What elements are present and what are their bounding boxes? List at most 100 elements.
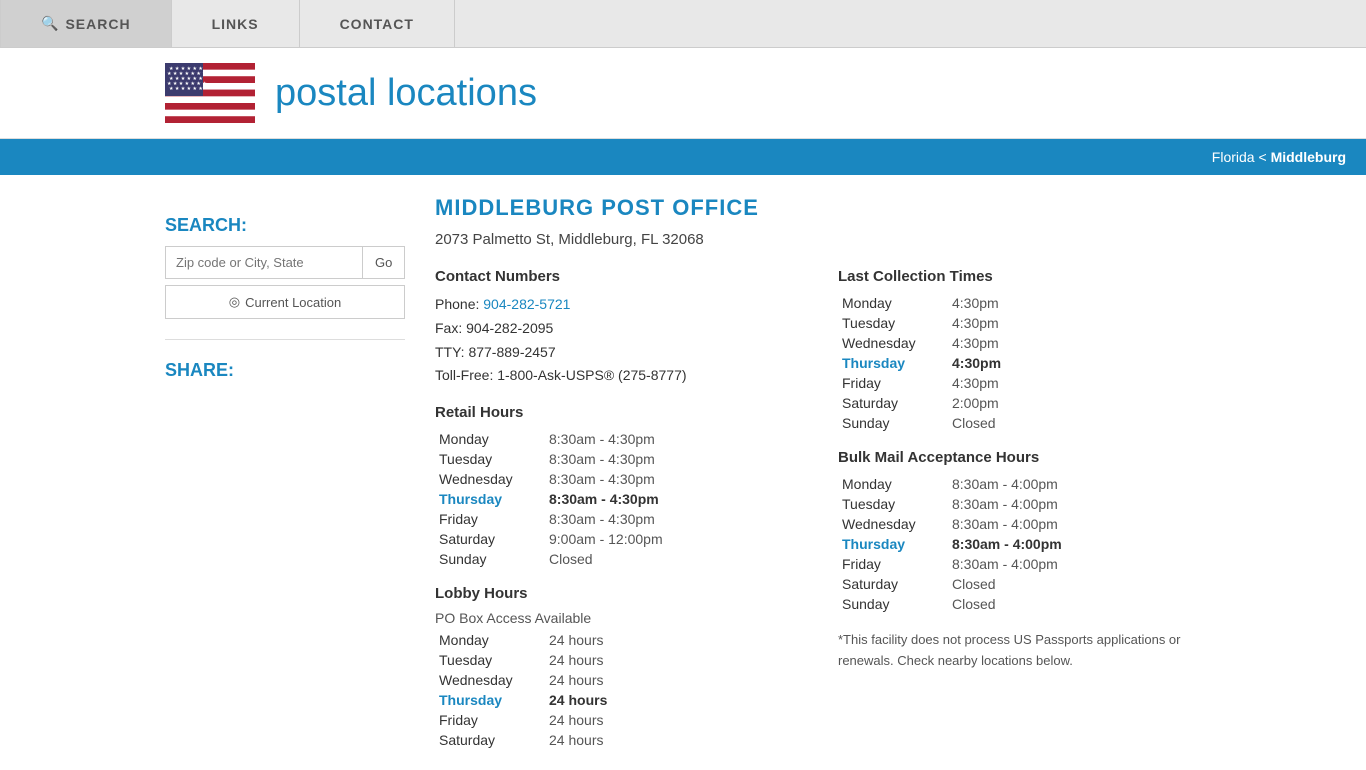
search-icon: 🔍	[41, 15, 59, 32]
nav-label-contact: CONTACT	[340, 16, 414, 32]
table-row: Saturday2:00pm	[838, 393, 1201, 413]
sidebar: SEARCH: Go ◎ Current Location SHARE:	[165, 195, 405, 750]
site-header: ★ ★ ★ ★ ★ ★ ★ ★ ★ ★ ★ ★ ★ ★ ★ ★ ★ ★ ★ ★ …	[0, 48, 1366, 139]
day-cell: Wednesday	[838, 333, 948, 353]
hours-cell: 4:30pm	[948, 333, 1201, 353]
day-cell: Thursday	[838, 353, 948, 373]
search-go-button[interactable]: Go	[363, 246, 405, 279]
last-collection-table: Monday4:30pmTuesday4:30pmWednesday4:30pm…	[838, 293, 1201, 433]
nav-label-search: SEARCH	[65, 16, 130, 32]
hours-cell: 8:30am - 4:30pm	[545, 449, 798, 469]
day-cell: Friday	[838, 554, 948, 574]
retail-hours-table: Monday8:30am - 4:30pmTuesday8:30am - 4:3…	[435, 429, 798, 569]
day-cell: Saturday	[435, 529, 545, 549]
hours-cell: 8:30am - 4:00pm	[948, 534, 1201, 554]
share-section-title: SHARE:	[165, 360, 405, 381]
phone-number[interactable]: 904-282-5721	[483, 296, 570, 312]
phone-label: Phone:	[435, 296, 483, 312]
hours-cell: 24 hours	[545, 670, 798, 690]
day-cell: Thursday	[435, 690, 545, 710]
table-row: Monday8:30am - 4:30pm	[435, 429, 798, 449]
search-input[interactable]	[165, 246, 363, 279]
hours-cell: 8:30am - 4:00pm	[948, 514, 1201, 534]
day-cell: Monday	[435, 630, 545, 650]
location-icon: ◎	[229, 294, 240, 310]
day-cell: Monday	[838, 293, 948, 313]
table-row: Friday4:30pm	[838, 373, 1201, 393]
table-row: Thursday8:30am - 4:00pm	[838, 534, 1201, 554]
nav-label-links: LINKS	[212, 16, 259, 32]
day-cell: Monday	[435, 429, 545, 449]
table-row: SundayClosed	[435, 549, 798, 569]
table-row: Friday24 hours	[435, 710, 798, 730]
table-row: Tuesday8:30am - 4:00pm	[838, 494, 1201, 514]
day-cell: Thursday	[838, 534, 948, 554]
sidebar-divider	[165, 339, 405, 340]
current-location-button[interactable]: ◎ Current Location	[165, 285, 405, 319]
contact-tollfree: Toll-Free: 1-800-Ask-USPS® (275-8777)	[435, 364, 798, 388]
hours-cell: 24 hours	[545, 730, 798, 750]
hours-cell: Closed	[948, 594, 1201, 614]
breadcrumb-separator: <	[1258, 149, 1270, 165]
table-row: SaturdayClosed	[838, 574, 1201, 594]
table-row: Monday24 hours	[435, 630, 798, 650]
day-cell: Tuesday	[435, 650, 545, 670]
contact-heading: Contact Numbers	[435, 268, 798, 285]
table-row: Wednesday8:30am - 4:00pm	[838, 514, 1201, 534]
day-cell: Sunday	[838, 413, 948, 433]
day-cell: Wednesday	[838, 514, 948, 534]
breadcrumb-bar: Florida < Middleburg	[0, 139, 1366, 175]
retail-hours-heading: Retail Hours	[435, 404, 798, 421]
lobby-hours-table: Monday24 hoursTuesday24 hoursWednesday24…	[435, 630, 798, 750]
breadcrumb-state[interactable]: Florida	[1212, 149, 1255, 165]
table-row: Saturday9:00am - 12:00pm	[435, 529, 798, 549]
logo-plain: postal	[275, 72, 387, 114]
bulk-mail-heading: Bulk Mail Acceptance Hours	[838, 449, 1201, 466]
content-area: MIDDLEBURG POST OFFICE 2073 Palmetto St,…	[435, 195, 1201, 750]
hours-cell: 8:30am - 4:30pm	[545, 429, 798, 449]
last-collection-heading: Last Collection Times	[838, 268, 1201, 285]
post-office-title: MIDDLEBURG POST OFFICE	[435, 195, 1201, 221]
table-row: Wednesday24 hours	[435, 670, 798, 690]
hours-cell: 4:30pm	[948, 293, 1201, 313]
site-logo-text: postal locations	[275, 72, 537, 115]
table-row: Tuesday24 hours	[435, 650, 798, 670]
table-row: SundayClosed	[838, 594, 1201, 614]
post-office-address: 2073 Palmetto St, Middleburg, FL 32068	[435, 231, 1201, 248]
day-cell: Sunday	[838, 594, 948, 614]
nav-item-contact[interactable]: CONTACT	[300, 0, 455, 47]
hours-cell: 8:30am - 4:30pm	[545, 509, 798, 529]
day-cell: Saturday	[838, 393, 948, 413]
table-row: Friday8:30am - 4:00pm	[838, 554, 1201, 574]
hours-cell: 8:30am - 4:00pm	[948, 474, 1201, 494]
hours-cell: 8:30am - 4:30pm	[545, 469, 798, 489]
hours-cell: 4:30pm	[948, 313, 1201, 333]
hours-cell: 4:30pm	[948, 353, 1201, 373]
day-cell: Wednesday	[435, 670, 545, 690]
breadcrumb-city: Middleburg	[1271, 149, 1346, 165]
lobby-po-box-sub: PO Box Access Available	[435, 610, 798, 626]
flag-logo: ★ ★ ★ ★ ★ ★ ★ ★ ★ ★ ★ ★ ★ ★ ★ ★ ★ ★ ★ ★ …	[165, 63, 255, 123]
table-row: Wednesday4:30pm	[838, 333, 1201, 353]
day-cell: Thursday	[435, 489, 545, 509]
contact-phone-line: Phone: 904-282-5721	[435, 293, 798, 317]
svg-text:★ ★ ★ ★ ★ ★: ★ ★ ★ ★ ★ ★	[169, 86, 203, 92]
table-row: Tuesday4:30pm	[838, 313, 1201, 333]
nav-item-search[interactable]: 🔍 SEARCH	[0, 0, 172, 47]
info-columns: Contact Numbers Phone: 904-282-5721 Fax:…	[435, 268, 1201, 750]
hours-cell: 2:00pm	[948, 393, 1201, 413]
table-row: Thursday24 hours	[435, 690, 798, 710]
day-cell: Saturday	[838, 574, 948, 594]
table-row: Thursday8:30am - 4:30pm	[435, 489, 798, 509]
hours-cell: 24 hours	[545, 710, 798, 730]
table-row: Wednesday8:30am - 4:30pm	[435, 469, 798, 489]
main-content: SEARCH: Go ◎ Current Location SHARE: MID…	[0, 175, 1366, 770]
day-cell: Friday	[435, 509, 545, 529]
hours-cell: 24 hours	[545, 630, 798, 650]
nav-item-links[interactable]: LINKS	[172, 0, 300, 47]
day-cell: Sunday	[435, 549, 545, 569]
contact-fax: Fax: 904-282-2095	[435, 317, 798, 341]
hours-cell: 9:00am - 12:00pm	[545, 529, 798, 549]
hours-cell: Closed	[545, 549, 798, 569]
search-section-title: SEARCH:	[165, 215, 405, 236]
